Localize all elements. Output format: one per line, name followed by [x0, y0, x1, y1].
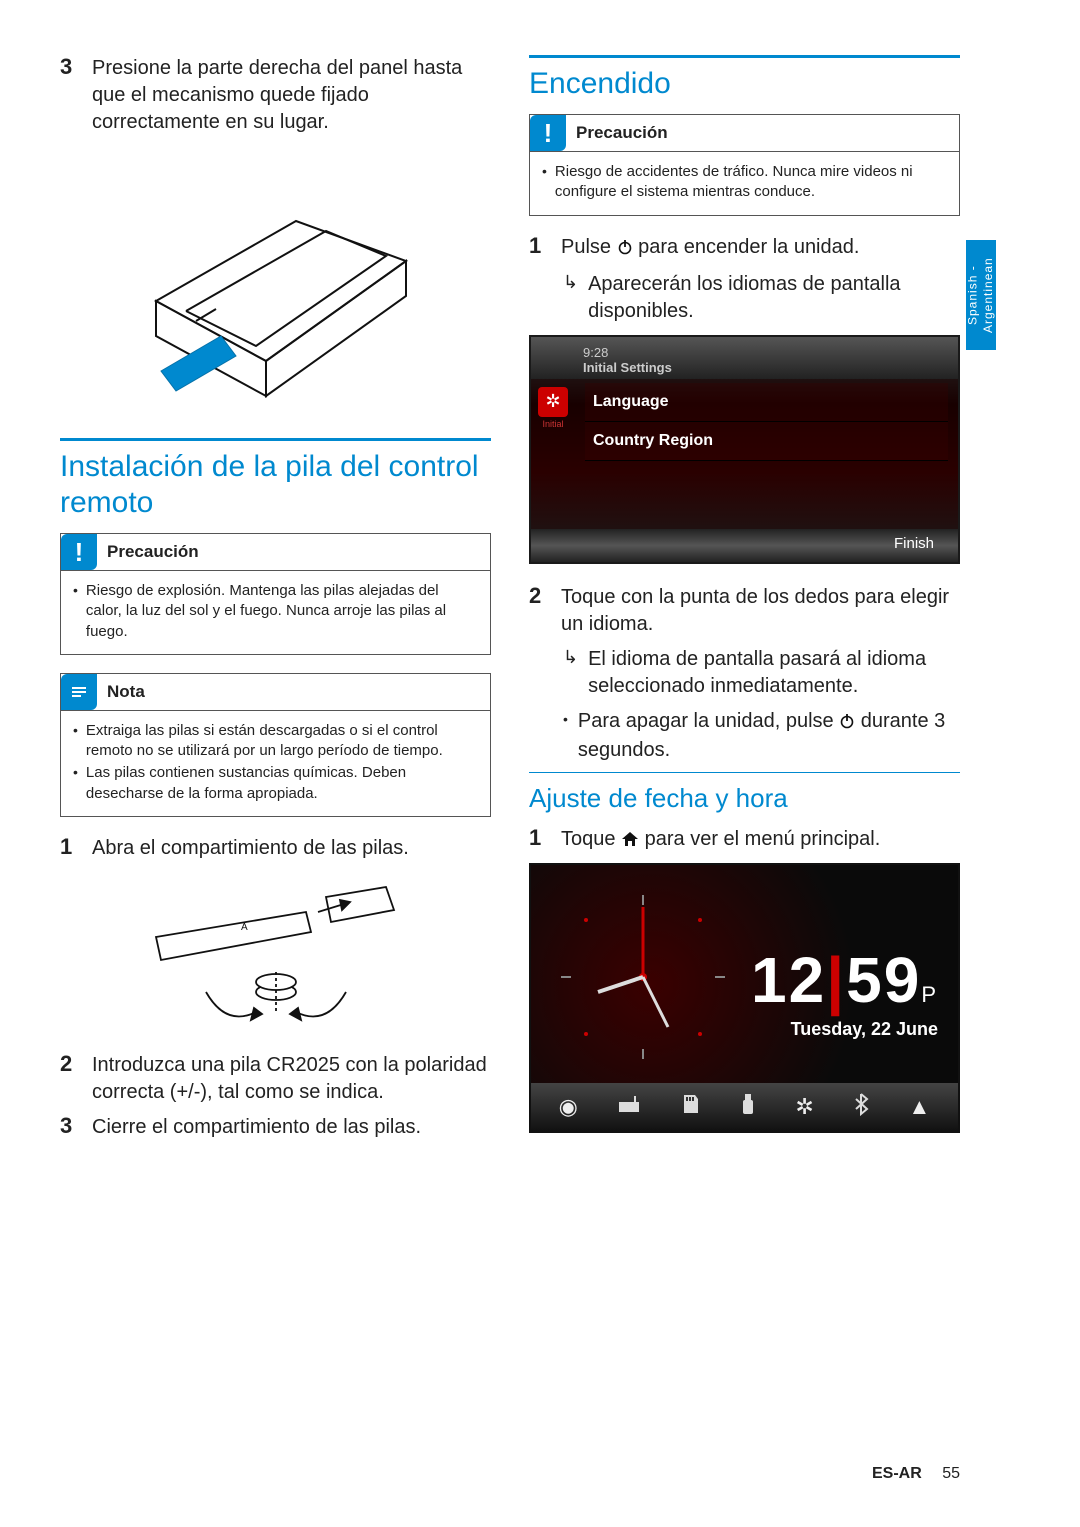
bottom-toolbar: ◉ ✲ ▲ — [531, 1083, 958, 1131]
side-label: Initial — [542, 419, 563, 429]
footer-lang: ES-AR — [872, 1465, 922, 1482]
step-text: Abra el compartimiento de las pilas. — [92, 835, 409, 862]
menu-row-country[interactable]: Country Region — [585, 422, 948, 461]
radio-icon[interactable] — [617, 1094, 641, 1120]
footer-page: 55 — [942, 1465, 960, 1482]
section-title-remote-battery: Instalación de la pila del control remot… — [60, 449, 491, 521]
section-title-power-on: Encendido — [529, 66, 960, 102]
usb-icon[interactable] — [740, 1092, 756, 1122]
sd-card-icon[interactable] — [681, 1093, 701, 1121]
analog-clock-icon — [543, 877, 743, 1077]
bluetooth-icon[interactable] — [853, 1092, 869, 1122]
step-text: Toque para ver el menú principal. — [561, 826, 880, 855]
step-text: Cierre el compartimiento de las pilas. — [92, 1114, 421, 1141]
battery-step-2: 2 Introduzca una pila CR2025 con la pola… — [60, 1052, 491, 1106]
sub-bullet: • Para apagar la unidad, pulse durante 3… — [529, 708, 960, 764]
digital-time: 12|59P — [751, 943, 938, 1017]
power-step-1: 1 Pulse para encender la unidad. — [529, 234, 960, 263]
gear-icon[interactable]: ✲ — [538, 387, 568, 417]
note-icon — [61, 674, 97, 710]
step-number: 2 — [60, 1052, 78, 1106]
finish-button[interactable]: Finish — [894, 535, 934, 552]
home-icon — [621, 828, 639, 855]
result-text: El idioma de pantalla pasará al idioma s… — [588, 646, 960, 700]
step-text: Pulse para encender la unidad. — [561, 234, 859, 263]
caution-icon: ! — [61, 534, 97, 570]
step-text: Introduzca una pila CR2025 con la polari… — [92, 1052, 491, 1106]
caution-box: ! Precaución Riesgo de explosión. Manten… — [60, 533, 491, 655]
digital-date: Tuesday, 22 June — [751, 1019, 938, 1040]
step-text: Toque con la punta de los dedos para ele… — [561, 584, 960, 638]
step-number: 1 — [529, 234, 547, 263]
caution-item: Riesgo de accidentes de tráfico. Nunca m… — [555, 162, 947, 203]
language-tab: Spanish - Argentinean — [966, 240, 996, 350]
power-icon — [839, 710, 855, 737]
step-number: 3 — [60, 55, 78, 136]
caution-box-2: ! Precaución Riesgo de accidentes de trá… — [529, 114, 960, 216]
result-arrow: ↳ Aparecerán los idiomas de pantalla dis… — [529, 271, 960, 325]
right-column: Encendido ! Precaución Riesgo de acciden… — [529, 55, 960, 1149]
caution-label: Precaución — [107, 542, 199, 562]
battery-step-3: 3 Cierre el compartimiento de las pilas. — [60, 1114, 491, 1141]
disc-icon[interactable]: ◉ — [559, 1094, 578, 1120]
step-text: Presione la parte derecha del panel hast… — [92, 55, 491, 136]
menu-row-language[interactable]: Language — [585, 383, 948, 422]
caution-label: Precaución — [576, 123, 668, 143]
date-step-1: 1 Toque para ver el menú principal. — [529, 826, 960, 855]
figure-battery: A — [60, 872, 491, 1042]
figure-panel-insert — [60, 146, 491, 416]
screenshot-initial-settings: 9:28 Initial Settings ✲ Initial Language… — [529, 335, 960, 564]
caution-item: Riesgo de explosión. Mantenga las pilas … — [86, 581, 478, 642]
result-arrow-2: ↳ El idioma de pantalla pasará al idioma… — [529, 646, 960, 700]
arrow-icon: ↳ — [563, 271, 578, 325]
screen-title: Initial Settings — [583, 360, 958, 375]
gear-icon[interactable]: ✲ — [795, 1094, 813, 1120]
screen-time: 9:28 — [583, 345, 958, 360]
arrow-icon: ↳ — [563, 646, 578, 700]
result-text: Aparecerán los idiomas de pantalla dispo… — [588, 271, 960, 325]
power-icon — [617, 236, 633, 263]
note-item: Extraiga las pilas si están descargadas … — [86, 721, 478, 762]
step-number: 1 — [60, 835, 78, 862]
power-step-2: 2 Toque con la punta de los dedos para e… — [529, 584, 960, 638]
step-3: 3 Presione la parte derecha del panel ha… — [60, 55, 491, 136]
step-number: 2 — [529, 584, 547, 638]
note-label: Nota — [107, 682, 145, 702]
bullet-text: Para apagar la unidad, pulse durante 3 s… — [578, 708, 960, 764]
section-title-date-time: Ajuste de fecha y hora — [529, 772, 960, 814]
step-number: 3 — [60, 1114, 78, 1141]
screenshot-clock: 12|59P Tuesday, 22 June ◉ ✲ ▲ — [529, 863, 960, 1133]
page-footer: ES-AR 55 — [872, 1465, 960, 1483]
note-item: Las pilas contienen sustancias químicas.… — [86, 763, 478, 804]
page: 3 Presione la parte derecha del panel ha… — [0, 0, 1080, 1149]
caution-icon: ! — [530, 115, 566, 151]
step-number: 1 — [529, 826, 547, 855]
note-box: Nota Extraiga las pilas si están descarg… — [60, 673, 491, 817]
battery-step-1: 1 Abra el compartimiento de las pilas. — [60, 835, 491, 862]
up-triangle-icon[interactable]: ▲ — [908, 1094, 930, 1120]
left-column: 3 Presione la parte derecha del panel ha… — [60, 55, 491, 1149]
svg-text:A: A — [241, 922, 248, 933]
